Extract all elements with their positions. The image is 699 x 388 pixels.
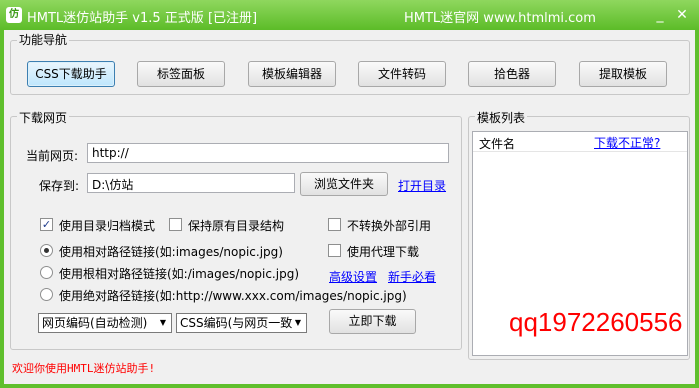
- root-relative-path-radio[interactable]: [40, 266, 53, 279]
- file-transcode-button[interactable]: 文件转码: [358, 61, 446, 87]
- page-encoding-select[interactable]: 网页编码(自动检测) ▼: [38, 313, 172, 333]
- extract-template-button[interactable]: 提取模板: [579, 61, 667, 87]
- color-picker-button[interactable]: 拾色器: [468, 61, 556, 87]
- page-encoding-value: 网页编码(自动检测): [42, 316, 148, 330]
- client-area: 功能导航 CSS下载助手 标签面板 模板编辑器 文件转码 拾色器 提取模板 下载…: [4, 30, 695, 384]
- qq-watermark: qq1972260556: [509, 307, 683, 337]
- status-text: 欢迎你使用HMTL迷仿站助手!: [12, 362, 156, 375]
- title-bar[interactable]: 仿 HMTL迷仿站助手 v1.5 正式版 [已注册] HMTL迷官网 www.h…: [0, 0, 699, 30]
- absolute-path-radio[interactable]: [40, 288, 53, 301]
- site-link-text[interactable]: HMTL迷官网 www.htmlmi.com: [404, 7, 596, 26]
- keep-structure-checkbox[interactable]: [169, 218, 182, 231]
- absolute-path-label: 使用绝对路径链接(如:http://www.xxx.com/images/nop…: [59, 289, 407, 303]
- use-proxy-label: 使用代理下载: [347, 245, 420, 259]
- download-group-title: 下载网页: [17, 109, 70, 126]
- browse-folder-button[interactable]: 浏览文件夹: [300, 172, 388, 196]
- url-input[interactable]: http://: [87, 143, 449, 163]
- window-title: HMTL迷仿站助手 v1.5 正式版 [已注册]: [27, 11, 258, 26]
- archive-mode-label: 使用目录归档模式: [59, 219, 156, 233]
- css-encoding-select[interactable]: CSS编码(与网页一致 ▼: [176, 313, 307, 333]
- download-now-button[interactable]: 立即下载: [329, 309, 416, 334]
- save-path-label: 保存到:: [39, 179, 80, 193]
- download-problem-link[interactable]: 下载不正常?: [594, 134, 660, 151]
- chevron-down-icon: ▼: [294, 318, 302, 327]
- chevron-down-icon: ▼: [159, 318, 167, 327]
- newbie-guide-link[interactable]: 新手必看: [388, 268, 436, 285]
- url-label: 当前网页:: [26, 149, 79, 163]
- keep-structure-label: 保持原有目录结构: [188, 219, 285, 233]
- nav-group-title: 功能导航: [17, 31, 70, 48]
- close-icon[interactable]: ✕: [674, 7, 690, 23]
- save-path-input[interactable]: D:\仿站: [87, 173, 295, 193]
- template-editor-button[interactable]: 模板编辑器: [248, 61, 336, 87]
- use-proxy-checkbox[interactable]: [328, 244, 341, 257]
- app-window: 仿 HMTL迷仿站助手 v1.5 正式版 [已注册] HMTL迷官网 www.h…: [0, 0, 699, 388]
- no-convert-external-checkbox[interactable]: [328, 218, 341, 231]
- list-header: 文件名 下载不正常?: [473, 132, 687, 152]
- relative-path-label: 使用相对路径链接(如:images/nopic.jpg): [59, 245, 283, 259]
- root-relative-path-label: 使用根相对路径链接(如:/images/nopic.jpg): [59, 267, 300, 281]
- template-group-title: 模板列表: [475, 109, 528, 126]
- advanced-settings-link[interactable]: 高级设置: [329, 268, 377, 285]
- open-directory-link[interactable]: 打开目录: [398, 177, 446, 194]
- no-convert-external-label: 不转换外部引用: [347, 219, 432, 233]
- filename-column-header[interactable]: 文件名: [479, 135, 515, 152]
- tag-panel-button[interactable]: 标签面板: [137, 61, 225, 87]
- css-download-button[interactable]: CSS下载助手: [27, 61, 115, 87]
- minimize-icon[interactable]: _: [652, 7, 668, 23]
- css-encoding-value: CSS编码(与网页一致: [180, 316, 293, 330]
- relative-path-radio[interactable]: [40, 244, 53, 257]
- archive-mode-checkbox[interactable]: ✓: [40, 218, 53, 231]
- app-logo-icon: 仿: [6, 7, 22, 23]
